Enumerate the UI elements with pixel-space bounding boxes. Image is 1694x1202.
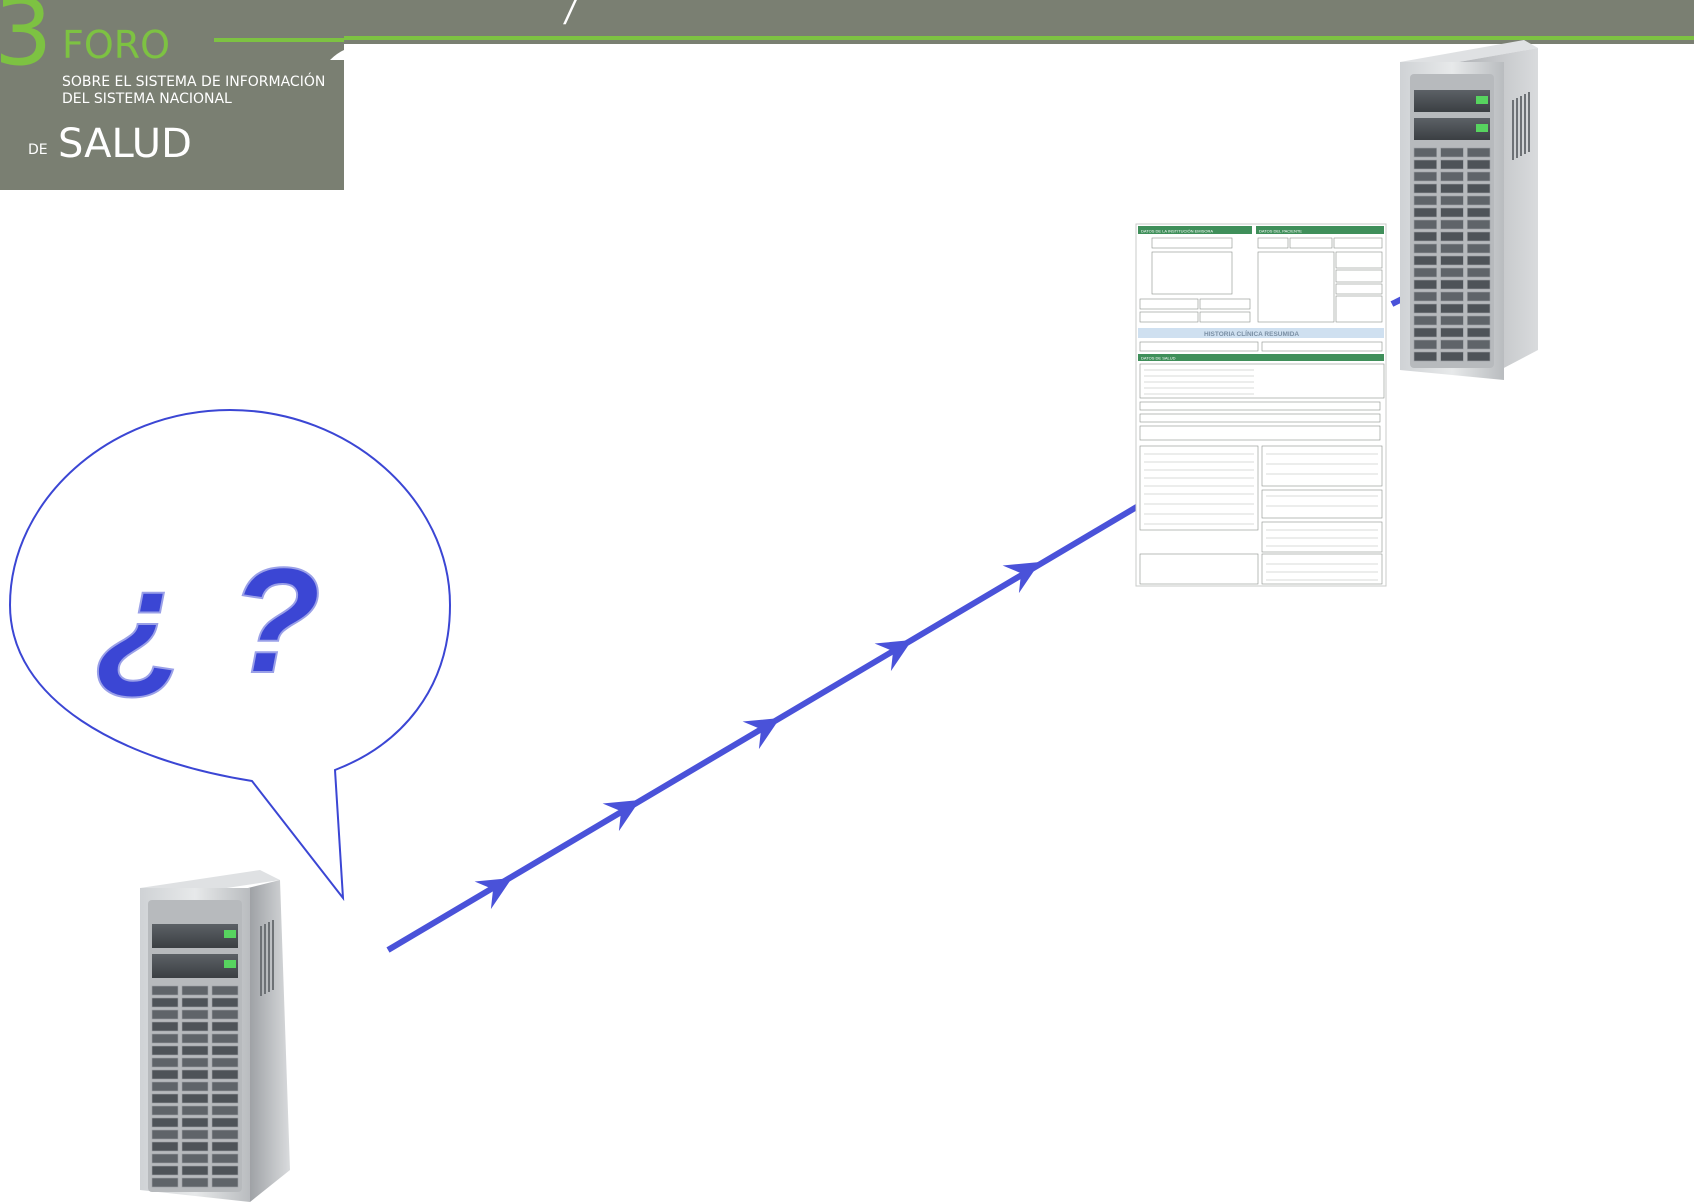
connector-line-top2: [1390, 300, 1396, 307]
logo-salud: SALUD: [58, 121, 192, 167]
logo-line2: DEL SISTEMA NACIONAL: [62, 91, 232, 107]
doc-title: HISTORIA CLÍNICA RESUMIDA: [1204, 329, 1299, 338]
server-icon: [1400, 40, 1538, 380]
document-icon: DATOS DE LA INSTITUCIÓN EMISORA DATOS DE…: [1135, 223, 1387, 587]
server-icon: [140, 870, 290, 1202]
doc-section-paciente: DATOS DEL PACIENTE: [1259, 229, 1302, 234]
logo-foro: FORO: [62, 23, 170, 67]
arrow-icon: [1002, 562, 1040, 594]
doc-section-salud: DATOS DE SALUD: [1141, 356, 1176, 361]
arrow-icon: [874, 640, 912, 672]
logo-line1: SOBRE EL SISTEMA DE INFORMACIÓN: [62, 72, 325, 90]
arrow-icon: [474, 878, 512, 910]
arrow-icon: [602, 800, 640, 832]
arrow-icon: [742, 718, 780, 750]
doc-section-institucion: DATOS DE LA INSTITUCIÓN EMISORA: [1141, 229, 1213, 234]
speech-bubble: ¿ ?: [8, 408, 452, 902]
logo-de: DE: [28, 142, 48, 158]
question-marks: ¿ ?: [96, 536, 321, 704]
diagram-canvas: 3 FORO SOBRE EL SISTEMA DE INFORMACIÓN D…: [0, 0, 1694, 1202]
logo-number: 3: [0, 0, 53, 86]
